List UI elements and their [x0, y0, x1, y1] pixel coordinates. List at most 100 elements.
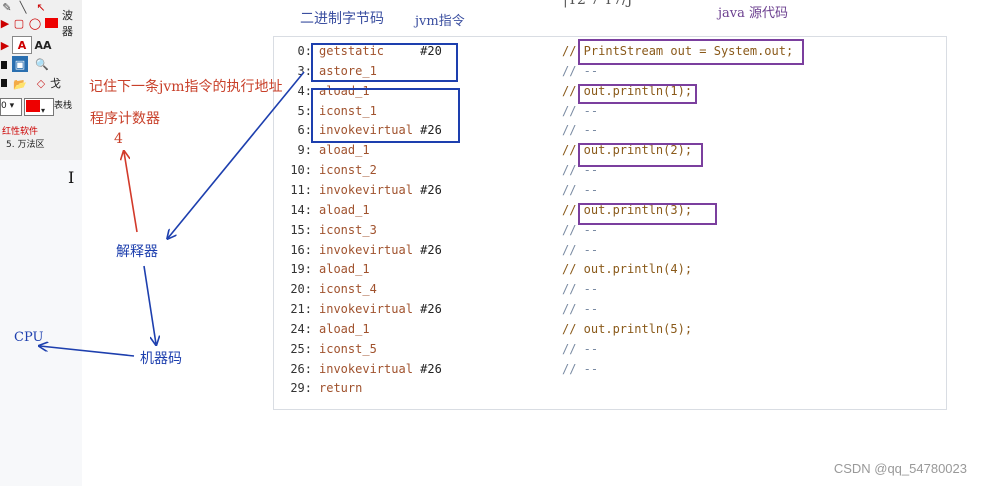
- line-offset: 0:: [297, 44, 312, 58]
- code-line: 26: invokevirtual #26 // --: [274, 359, 944, 379]
- instruction: iconst_5: [319, 339, 377, 359]
- line-offset: 16:: [290, 242, 312, 257]
- line-offset: 15:: [290, 222, 312, 237]
- square-icon-2[interactable]: [0, 76, 8, 90]
- source-comment: // --: [562, 302, 599, 317]
- square-icon[interactable]: [0, 58, 8, 72]
- instruction: invokevirtual #26: [319, 240, 442, 260]
- folder-icon[interactable]: 📂: [12, 76, 28, 92]
- line-offset: 19:: [290, 262, 312, 277]
- filled-rect-icon[interactable]: [44, 17, 58, 29]
- opcode: iconst_4: [319, 282, 377, 297]
- toolbar-label-mid: 表栈: [54, 101, 73, 111]
- pencil-icon[interactable]: ✎: [0, 0, 14, 14]
- method-area-label: 5. 万法区: [6, 140, 45, 150]
- line-offset: 26:: [290, 361, 312, 376]
- next-address-label: 记住下一条jvm指令的执行地址: [89, 79, 283, 95]
- opcode: iconst_2: [319, 163, 377, 178]
- chevron-down-icon: ▾: [41, 106, 46, 115]
- source-comment: // --: [562, 242, 599, 257]
- instruction: aload_1: [319, 259, 370, 279]
- instruction: invokevirtual #26: [319, 180, 442, 200]
- eraser-icon[interactable]: ◇: [34, 76, 48, 90]
- opcode: iconst_5: [319, 341, 377, 356]
- instruction: aload_1: [319, 319, 370, 339]
- line-offset: 21:: [290, 302, 312, 317]
- color-select[interactable]: ▾: [24, 98, 54, 116]
- line-offset: 29:: [290, 381, 312, 396]
- instruction: iconst_4: [319, 279, 377, 299]
- top-fragment: |T2 7 T7/J: [563, 0, 633, 8]
- width-select[interactable]: 0 ▾: [0, 98, 22, 116]
- rectangle-icon[interactable]: ▢: [12, 16, 26, 30]
- line-offset: 11:: [290, 182, 312, 197]
- play-icon[interactable]: ▶: [0, 38, 10, 52]
- line-offset: 20:: [290, 282, 312, 297]
- source-comment: // --: [562, 182, 599, 197]
- opcode: invokevirtual: [319, 242, 413, 257]
- code-line: 21: invokevirtual #26 // --: [274, 299, 944, 319]
- opcode: aload_1: [319, 202, 370, 217]
- operand: #26: [420, 302, 442, 317]
- color-swatch: [26, 100, 40, 112]
- code-line: 20: iconst_4 // --: [274, 279, 944, 299]
- instruction: invokevirtual #26: [319, 359, 442, 379]
- operand: #26: [420, 242, 442, 257]
- ellipse-icon[interactable]: ◯: [28, 16, 42, 30]
- line-icon[interactable]: ╲: [16, 0, 30, 14]
- opcode: invokevirtual: [319, 302, 413, 317]
- bytecode-label: 二进制字节码: [300, 11, 384, 27]
- code-line: 29: return: [274, 378, 944, 398]
- zoom-icon[interactable]: 🔍: [34, 56, 50, 72]
- opcode: aload_1: [319, 143, 370, 158]
- jvm-instruction-label: jvm指令: [415, 14, 465, 29]
- source-println3-box: [578, 203, 717, 225]
- source-comment: // out.println(5);: [562, 321, 693, 336]
- opcode: return: [319, 381, 363, 396]
- operand: #26: [420, 182, 442, 197]
- source-comment: // out.println(4);: [562, 262, 693, 277]
- astore-block-box: [311, 43, 458, 82]
- pc-value: 4: [114, 131, 123, 147]
- pc-register-label: 程序计数器: [90, 111, 160, 127]
- instruction: invokevirtual #26: [319, 299, 442, 319]
- font-size-icon[interactable]: AA: [34, 38, 52, 52]
- text-tool-icon[interactable]: A: [12, 36, 32, 54]
- cpu-label: CPU: [14, 330, 44, 345]
- source-println1-box: [578, 84, 697, 104]
- instruction: return: [319, 378, 362, 398]
- opcode: aload_1: [319, 262, 370, 277]
- java-source-label: java 源代码: [718, 6, 789, 21]
- code-line: 24: aload_1 // out.println(5);: [274, 319, 944, 339]
- source-comment: // --: [562, 123, 599, 138]
- toolbar-label-red: 红性软件: [2, 127, 39, 137]
- machine-code-label: 机器码: [140, 351, 182, 367]
- println1-block-box: [311, 88, 460, 143]
- source-println2-box: [578, 143, 703, 167]
- toolbar-mark: 戈: [50, 77, 61, 90]
- watermark: CSDN @qq_54780023: [833, 461, 967, 476]
- source-comment: // --: [562, 361, 599, 376]
- interpreter-label: 解释器: [116, 244, 158, 260]
- opcode: iconst_3: [319, 222, 377, 237]
- toolbar-label-top: 波器: [62, 9, 73, 38]
- image-icon[interactable]: ▣: [12, 56, 28, 72]
- record-icon[interactable]: ▶: [0, 16, 10, 30]
- source-out-box: [578, 39, 804, 65]
- code-line: 19: aload_1 // out.println(4);: [274, 259, 944, 279]
- opcode: invokevirtual: [319, 361, 413, 376]
- instruction: iconst_2: [319, 160, 377, 180]
- instruction: aload_1: [319, 200, 370, 220]
- arrow-tool-icon[interactable]: ↖: [34, 0, 48, 14]
- code-line: 25: iconst_5 // --: [274, 339, 944, 359]
- opcode: invokevirtual: [319, 182, 413, 197]
- line-offset: 24:: [290, 321, 312, 336]
- code-line: 16: invokevirtual #26 // --: [274, 240, 944, 260]
- text-cursor: I: [68, 168, 75, 187]
- line-offset: 9:: [297, 143, 312, 158]
- instruction: iconst_3: [319, 220, 377, 240]
- source-comment: // --: [562, 282, 599, 297]
- code-line: 11: invokevirtual #26 // --: [274, 180, 944, 200]
- instruction: aload_1: [319, 140, 370, 160]
- line-offset: 25:: [290, 341, 312, 356]
